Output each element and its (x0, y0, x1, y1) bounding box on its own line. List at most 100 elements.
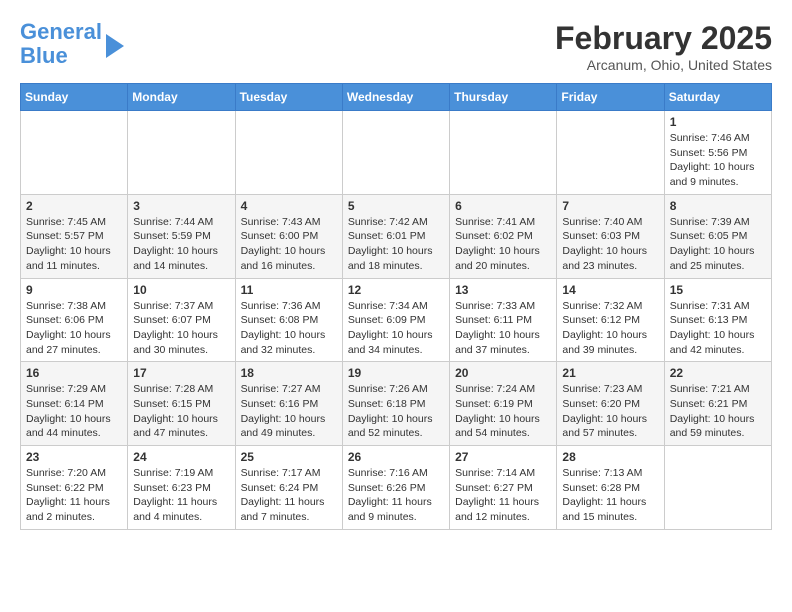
calendar-day-6: 6 Sunrise: 7:41 AM Sunset: 6:02 PM Daylig… (450, 194, 557, 278)
calendar-day-4: 4 Sunrise: 7:43 AM Sunset: 6:00 PM Daylig… (235, 194, 342, 278)
calendar-day-22: 22Sunrise: 7:21 AM Sunset: 6:21 PM Dayli… (664, 362, 771, 446)
calendar-day-18: 18Sunrise: 7:27 AM Sunset: 6:16 PM Dayli… (235, 362, 342, 446)
day-number: 10 (133, 283, 229, 297)
calendar-week-row: 1 Sunrise: 7:46 AM Sunset: 5:56 PM Daylig… (21, 111, 772, 195)
day-number: 5 (348, 199, 444, 213)
weekday-header-tuesday: Tuesday (235, 84, 342, 111)
calendar-day-21: 21 Sunrise: 7:23 AM Sunset: 6:20 PM Dayli… (557, 362, 664, 446)
calendar-week-row: 2Sunrise: 7:45 AM Sunset: 5:57 PM Daylig… (21, 194, 772, 278)
calendar-day-2: 2Sunrise: 7:45 AM Sunset: 5:57 PM Daylig… (21, 194, 128, 278)
logo-general: General (20, 19, 102, 44)
day-number: 20 (455, 366, 551, 380)
calendar: SundayMondayTuesdayWednesdayThursdayFrid… (20, 83, 772, 530)
weekday-header-sunday: Sunday (21, 84, 128, 111)
calendar-day-23: 23 Sunrise: 7:20 AM Sunset: 6:22 PM Dayli… (21, 446, 128, 530)
weekday-header-thursday: Thursday (450, 84, 557, 111)
calendar-day-11: 11 Sunrise: 7:36 AM Sunset: 6:08 PM Dayli… (235, 278, 342, 362)
day-number: 8 (670, 199, 766, 213)
weekday-header-row: SundayMondayTuesdayWednesdayThursdayFrid… (21, 84, 772, 111)
weekday-header-monday: Monday (128, 84, 235, 111)
day-info: Sunrise: 7:43 AM Sunset: 6:00 PM Dayligh… (241, 215, 337, 274)
calendar-day-25: 25Sunrise: 7:17 AM Sunset: 6:24 PM Dayli… (235, 446, 342, 530)
day-info: Sunrise: 7:19 AM Sunset: 6:23 PM Dayligh… (133, 466, 229, 525)
calendar-day-28: 28 Sunrise: 7:13 AM Sunset: 6:28 PM Dayli… (557, 446, 664, 530)
calendar-empty-cell (664, 446, 771, 530)
day-info: Sunrise: 7:21 AM Sunset: 6:21 PM Dayligh… (670, 382, 766, 441)
calendar-day-8: 8 Sunrise: 7:39 AM Sunset: 6:05 PM Daylig… (664, 194, 771, 278)
day-number: 6 (455, 199, 551, 213)
calendar-day-14: 14 Sunrise: 7:32 AM Sunset: 6:12 PM Dayli… (557, 278, 664, 362)
day-number: 21 (562, 366, 658, 380)
weekday-header-saturday: Saturday (664, 84, 771, 111)
day-info: Sunrise: 7:28 AM Sunset: 6:15 PM Dayligh… (133, 382, 229, 441)
calendar-empty-cell (342, 111, 449, 195)
day-number: 11 (241, 283, 337, 297)
calendar-day-12: 12 Sunrise: 7:34 AM Sunset: 6:09 PM Dayli… (342, 278, 449, 362)
day-number: 14 (562, 283, 658, 297)
day-number: 28 (562, 450, 658, 464)
day-info: Sunrise: 7:26 AM Sunset: 6:18 PM Dayligh… (348, 382, 444, 441)
day-info: Sunrise: 7:34 AM Sunset: 6:09 PM Dayligh… (348, 299, 444, 358)
calendar-day-20: 20 Sunrise: 7:24 AM Sunset: 6:19 PM Dayli… (450, 362, 557, 446)
calendar-week-row: 9 Sunrise: 7:38 AM Sunset: 6:06 PM Daylig… (21, 278, 772, 362)
page-header: General Blue February 2025 Arcanum, Ohio… (20, 20, 772, 73)
day-info: Sunrise: 7:44 AM Sunset: 5:59 PM Dayligh… (133, 215, 229, 274)
calendar-day-5: 5 Sunrise: 7:42 AM Sunset: 6:01 PM Daylig… (342, 194, 449, 278)
day-info: Sunrise: 7:40 AM Sunset: 6:03 PM Dayligh… (562, 215, 658, 274)
calendar-day-15: 15 Sunrise: 7:31 AM Sunset: 6:13 PM Dayli… (664, 278, 771, 362)
day-info: Sunrise: 7:33 AM Sunset: 6:11 PM Dayligh… (455, 299, 551, 358)
day-number: 26 (348, 450, 444, 464)
location: Arcanum, Ohio, United States (555, 57, 772, 73)
day-info: Sunrise: 7:37 AM Sunset: 6:07 PM Dayligh… (133, 299, 229, 358)
day-info: Sunrise: 7:24 AM Sunset: 6:19 PM Dayligh… (455, 382, 551, 441)
day-number: 27 (455, 450, 551, 464)
title-block: February 2025 Arcanum, Ohio, United Stat… (555, 20, 772, 73)
day-number: 13 (455, 283, 551, 297)
day-number: 17 (133, 366, 229, 380)
calendar-empty-cell (235, 111, 342, 195)
calendar-week-row: 23 Sunrise: 7:20 AM Sunset: 6:22 PM Dayli… (21, 446, 772, 530)
day-number: 4 (241, 199, 337, 213)
calendar-day-16: 16 Sunrise: 7:29 AM Sunset: 6:14 PM Dayli… (21, 362, 128, 446)
day-info: Sunrise: 7:29 AM Sunset: 6:14 PM Dayligh… (26, 382, 122, 441)
day-info: Sunrise: 7:23 AM Sunset: 6:20 PM Dayligh… (562, 382, 658, 441)
day-number: 9 (26, 283, 122, 297)
calendar-day-3: 3Sunrise: 7:44 AM Sunset: 5:59 PM Daylig… (128, 194, 235, 278)
day-info: Sunrise: 7:36 AM Sunset: 6:08 PM Dayligh… (241, 299, 337, 358)
day-info: Sunrise: 7:16 AM Sunset: 6:26 PM Dayligh… (348, 466, 444, 525)
day-number: 1 (670, 115, 766, 129)
day-info: Sunrise: 7:14 AM Sunset: 6:27 PM Dayligh… (455, 466, 551, 525)
day-number: 16 (26, 366, 122, 380)
day-info: Sunrise: 7:20 AM Sunset: 6:22 PM Dayligh… (26, 466, 122, 525)
day-info: Sunrise: 7:46 AM Sunset: 5:56 PM Dayligh… (670, 131, 766, 190)
calendar-day-24: 24Sunrise: 7:19 AM Sunset: 6:23 PM Dayli… (128, 446, 235, 530)
weekday-header-friday: Friday (557, 84, 664, 111)
day-number: 19 (348, 366, 444, 380)
day-info: Sunrise: 7:13 AM Sunset: 6:28 PM Dayligh… (562, 466, 658, 525)
day-number: 23 (26, 450, 122, 464)
day-info: Sunrise: 7:31 AM Sunset: 6:13 PM Dayligh… (670, 299, 766, 358)
calendar-empty-cell (557, 111, 664, 195)
day-number: 25 (241, 450, 337, 464)
day-info: Sunrise: 7:41 AM Sunset: 6:02 PM Dayligh… (455, 215, 551, 274)
calendar-day-10: 10 Sunrise: 7:37 AM Sunset: 6:07 PM Dayli… (128, 278, 235, 362)
calendar-empty-cell (450, 111, 557, 195)
day-info: Sunrise: 7:27 AM Sunset: 6:16 PM Dayligh… (241, 382, 337, 441)
day-info: Sunrise: 7:39 AM Sunset: 6:05 PM Dayligh… (670, 215, 766, 274)
logo: General Blue (20, 20, 124, 68)
day-number: 15 (670, 283, 766, 297)
day-info: Sunrise: 7:38 AM Sunset: 6:06 PM Dayligh… (26, 299, 122, 358)
day-info: Sunrise: 7:42 AM Sunset: 6:01 PM Dayligh… (348, 215, 444, 274)
logo-text: General Blue (20, 20, 102, 68)
calendar-day-13: 13 Sunrise: 7:33 AM Sunset: 6:11 PM Dayli… (450, 278, 557, 362)
day-number: 12 (348, 283, 444, 297)
calendar-day-7: 7 Sunrise: 7:40 AM Sunset: 6:03 PM Daylig… (557, 194, 664, 278)
calendar-empty-cell (21, 111, 128, 195)
calendar-day-9: 9 Sunrise: 7:38 AM Sunset: 6:06 PM Daylig… (21, 278, 128, 362)
logo-arrow-icon (106, 34, 124, 58)
calendar-day-19: 19 Sunrise: 7:26 AM Sunset: 6:18 PM Dayli… (342, 362, 449, 446)
day-number: 7 (562, 199, 658, 213)
calendar-day-17: 17 Sunrise: 7:28 AM Sunset: 6:15 PM Dayli… (128, 362, 235, 446)
calendar-empty-cell (128, 111, 235, 195)
day-info: Sunrise: 7:32 AM Sunset: 6:12 PM Dayligh… (562, 299, 658, 358)
